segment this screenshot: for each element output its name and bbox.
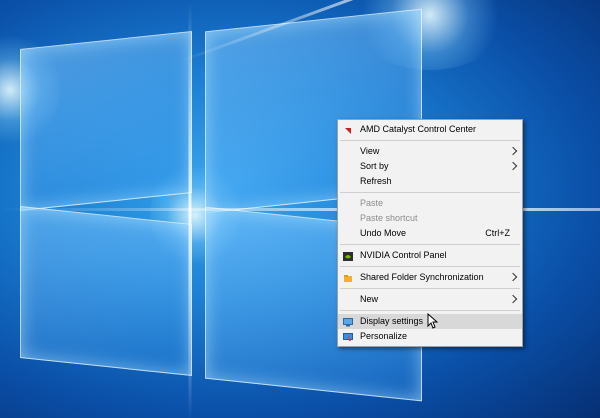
menu-item-label: Shared Folder Synchronization xyxy=(360,272,484,282)
folder-sync-icon xyxy=(343,273,353,282)
menu-separator xyxy=(340,266,520,267)
menu-item-label: Undo Move xyxy=(360,228,407,238)
chevron-right-icon xyxy=(508,146,518,156)
chevron-right-icon xyxy=(508,272,518,282)
menu-item-refresh[interactable]: Refresh xyxy=(338,174,522,189)
light-ray xyxy=(188,1,192,418)
menu-separator xyxy=(340,192,520,193)
menu-item-label: New xyxy=(360,294,379,304)
menu-item-label: Personalize xyxy=(360,331,408,341)
display-icon xyxy=(343,317,353,327)
menu-item-paste-shortcut: Paste shortcut xyxy=(338,211,522,226)
menu-item-label: Refresh xyxy=(360,176,392,186)
menu-separator xyxy=(340,244,520,245)
menu-item-sort-by[interactable]: Sort by xyxy=(338,159,522,174)
personalize-icon xyxy=(343,332,353,341)
menu-item-label: Sort by xyxy=(360,161,389,171)
nvidia-icon xyxy=(343,251,353,261)
menu-item-label: View xyxy=(360,146,380,156)
window-pane-top-left xyxy=(20,30,192,212)
menu-item-shared-folder-sync[interactable]: Shared Folder Synchronization xyxy=(338,270,522,285)
menu-separator xyxy=(340,310,520,311)
menu-item-new[interactable]: New xyxy=(338,292,522,307)
menu-item-personalize[interactable]: Personalize xyxy=(338,329,522,344)
menu-item-label: NVIDIA Control Panel xyxy=(360,250,447,260)
menu-item-nvidia-control-panel[interactable]: NVIDIA Control Panel xyxy=(338,248,522,263)
shortcut-label: Ctrl+Z xyxy=(485,228,510,238)
menu-item-label: AMD Catalyst Control Center xyxy=(360,124,477,134)
menu-item-paste: Paste xyxy=(338,196,522,211)
amd-icon xyxy=(343,125,353,134)
menu-item-label: Paste xyxy=(360,198,384,208)
menu-item-label: Display settings xyxy=(360,316,424,326)
menu-item-amd-catalyst[interactable]: AMD Catalyst Control Center xyxy=(338,122,522,137)
chevron-right-icon xyxy=(508,294,518,304)
menu-item-undo-move[interactable]: Undo Move Ctrl+Z xyxy=(338,226,522,241)
menu-separator xyxy=(340,140,520,141)
chevron-right-icon xyxy=(508,161,518,171)
menu-item-label: Paste shortcut xyxy=(360,213,418,223)
window-pane-bottom-left xyxy=(20,205,192,377)
mouse-cursor-icon xyxy=(427,313,439,329)
menu-separator xyxy=(340,288,520,289)
menu-item-view[interactable]: View xyxy=(338,144,522,159)
